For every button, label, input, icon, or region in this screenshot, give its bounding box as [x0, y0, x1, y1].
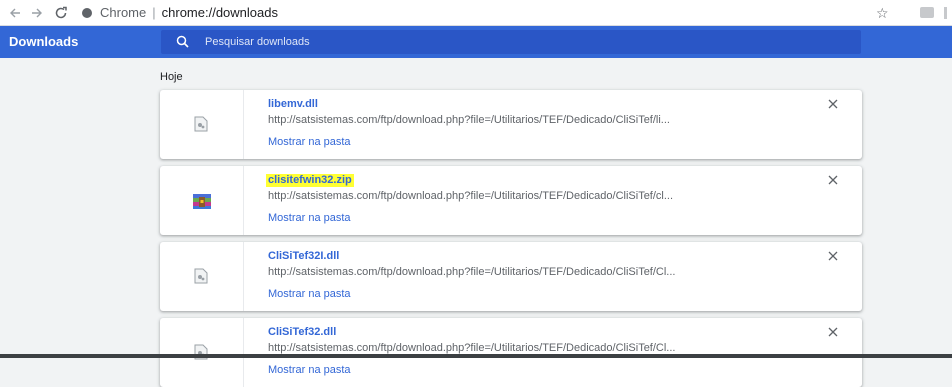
reload-icon[interactable] [52, 4, 70, 22]
download-icon-area [160, 166, 244, 235]
download-item: libemv.dll http://satsistemas.com/ftp/do… [160, 90, 862, 159]
downloads-list: Hoje libemv.dll http://satsistemas.com/f… [0, 58, 952, 387]
download-icon-area [160, 318, 244, 387]
download-file-name[interactable]: libemv.dll [268, 98, 318, 111]
address-bar[interactable]: Chrome | chrome://downloads [82, 5, 278, 21]
download-url[interactable]: http://satsistemas.com/ftp/download.php?… [268, 266, 788, 279]
download-url[interactable]: http://satsistemas.com/ftp/download.php?… [268, 190, 788, 203]
tab-label: Chrome [100, 5, 147, 20]
download-item: CliSiTef32I.dll http://satsistemas.com/f… [160, 242, 862, 311]
remove-icon[interactable] [828, 99, 838, 109]
taskbar-edge [0, 354, 952, 358]
generic-file-icon [194, 268, 208, 284]
download-icon-area [160, 90, 244, 159]
winrar-archive-icon [193, 194, 211, 209]
menu-icon[interactable] [944, 7, 947, 19]
show-in-folder-link[interactable]: Mostrar na pasta [268, 136, 351, 149]
back-arrow-icon[interactable] [6, 4, 24, 22]
search-input[interactable] [205, 34, 805, 50]
date-header: Hoje [160, 71, 183, 83]
download-file-name[interactable]: clisitefwin32.zip [266, 174, 354, 187]
download-item: CliSiTef32.dll http://satsistemas.com/ft… [160, 318, 862, 387]
search-icon [176, 35, 189, 48]
remove-icon[interactable] [828, 251, 838, 261]
downloads-toolbar: Downloads [0, 26, 952, 58]
remove-icon[interactable] [828, 327, 838, 337]
extension-icon[interactable] [920, 7, 934, 18]
remove-icon[interactable] [828, 175, 838, 185]
bookmark-star-icon[interactable]: ☆ [876, 4, 889, 22]
download-url[interactable]: http://satsistemas.com/ftp/download.php?… [268, 114, 788, 127]
show-in-folder-link[interactable]: Mostrar na pasta [268, 364, 351, 377]
download-icon-area [160, 242, 244, 311]
show-in-folder-link[interactable]: Mostrar na pasta [268, 288, 351, 301]
show-in-folder-link[interactable]: Mostrar na pasta [268, 212, 351, 225]
chrome-site-icon [82, 8, 92, 18]
address-url[interactable]: chrome://downloads [162, 5, 278, 20]
search-box[interactable] [161, 30, 861, 54]
download-file-name[interactable]: CliSiTef32.dll [268, 326, 336, 339]
address-separator: | [152, 5, 156, 20]
download-item: clisitefwin32.zip http://satsistemas.com… [160, 166, 862, 235]
forward-arrow-icon[interactable] [28, 4, 46, 22]
browser-top-bar: Chrome | chrome://downloads ☆ [0, 0, 952, 26]
page-title: Downloads [9, 34, 79, 49]
download-file-name[interactable]: CliSiTef32I.dll [268, 250, 339, 263]
generic-file-icon [194, 116, 208, 132]
